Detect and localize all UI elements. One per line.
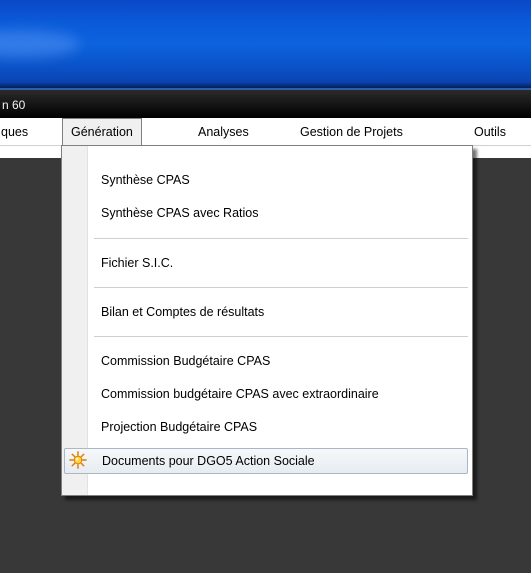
menu-item-commission-budgetaire[interactable]: Commission Budgétaire CPAS xyxy=(64,350,468,374)
menu-item-label: Bilan et Comptes de résultats xyxy=(101,305,265,319)
menu-analyses[interactable]: Analyses xyxy=(198,124,249,140)
menu-bar: ques Génération Analyses Gestion de Proj… xyxy=(0,118,531,146)
menu-item-synthese-cpas-ratios[interactable]: Synthèse CPAS avec Ratios xyxy=(64,202,468,226)
menu-separator xyxy=(94,287,468,288)
generation-dropdown-menu: Synthèse CPAS Synthèse CPAS avec Ratios … xyxy=(61,145,473,496)
menu-separator xyxy=(94,238,468,239)
menu-item-label: Synthèse CPAS avec Ratios xyxy=(101,206,259,220)
caption-strip: n 60 xyxy=(0,88,531,118)
menu-generation[interactable]: Génération xyxy=(62,118,142,145)
menu-ques[interactable]: ques xyxy=(1,124,28,140)
menu-item-bilan-comptes[interactable]: Bilan et Comptes de résultats xyxy=(64,301,468,325)
menu-item-projection-budgetaire[interactable]: Projection Budgétaire CPAS xyxy=(64,416,468,440)
window-caption: n 60 xyxy=(2,98,26,112)
menu-item-synthese-cpas[interactable]: Synthèse CPAS xyxy=(64,169,468,193)
menu-item-documents-dgo5[interactable]: Documents pour DGO5 Action Sociale xyxy=(64,448,468,474)
menu-item-label: Projection Budgétaire CPAS xyxy=(101,420,258,434)
menu-item-label: Documents pour DGO5 Action Sociale xyxy=(102,454,315,468)
menu-item-label: Fichier S.I.C. xyxy=(101,256,174,270)
menu-item-label: Commission Budgétaire CPAS xyxy=(101,354,271,368)
menu-item-fichier-sic[interactable]: Fichier S.I.C. xyxy=(64,252,468,276)
menu-item-label: Commission budgétaire CPAS avec extraord… xyxy=(101,387,379,401)
menu-outils[interactable]: Outils xyxy=(474,124,506,140)
title-band xyxy=(0,0,531,88)
menu-separator xyxy=(94,336,468,337)
menu-item-commission-budgetaire-extra[interactable]: Commission budgétaire CPAS avec extraord… xyxy=(64,383,468,407)
menu-gestion-de-projets[interactable]: Gestion de Projets xyxy=(300,124,403,140)
menu-item-label: Synthèse CPAS xyxy=(101,173,190,187)
starburst-icon xyxy=(69,451,87,469)
